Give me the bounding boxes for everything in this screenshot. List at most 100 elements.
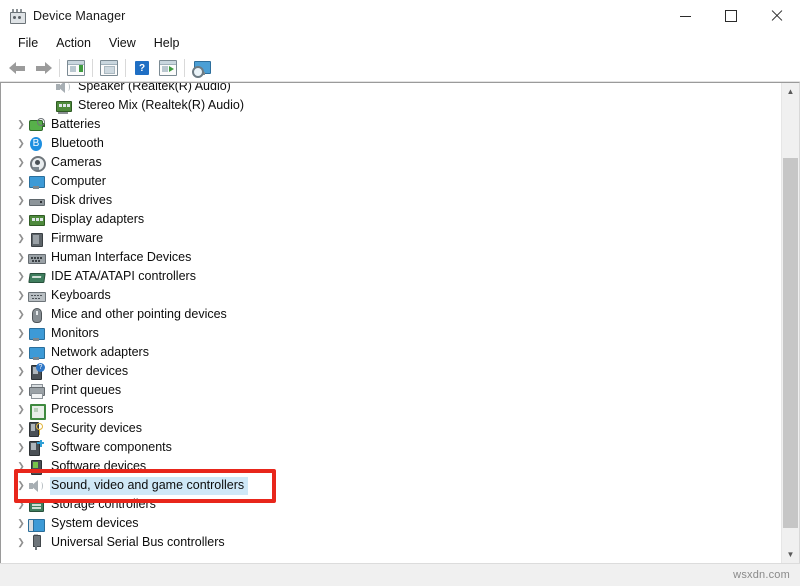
chevron-right-icon[interactable]: ❯ <box>14 538 28 547</box>
chevron-right-icon[interactable]: ❯ <box>14 120 28 129</box>
tree-row[interactable]: ❯ Display adapters <box>1 210 782 229</box>
chevron-right-icon[interactable]: ❯ <box>14 310 28 319</box>
scrollbar-thumb[interactable] <box>783 158 798 528</box>
monitor-icon <box>28 326 44 342</box>
chevron-right-icon[interactable]: ❯ <box>14 196 28 205</box>
vertical-scrollbar[interactable]: ▲ ▼ <box>781 83 799 563</box>
title-bar: Device Manager <box>0 0 800 32</box>
chevron-right-icon[interactable]: ❯ <box>14 443 28 452</box>
menu-bar: File Action View Help <box>0 32 800 55</box>
tree-row[interactable]: ❯ IDE ATA/ATAPI controllers <box>1 267 782 286</box>
tree-row[interactable]: ❯Keyboards <box>1 286 782 305</box>
chevron-right-icon[interactable]: ❯ <box>14 348 28 357</box>
tree-row[interactable]: ❯Speaker (Realtek(R) Audio) <box>1 83 782 96</box>
tree-row[interactable]: ❯Stereo Mix (Realtek(R) Audio) <box>1 96 782 115</box>
chevron-right-icon[interactable]: ❯ <box>14 291 28 300</box>
menu-help[interactable]: Help <box>145 34 189 53</box>
tree-row[interactable]: ❯Security devices <box>1 419 782 438</box>
chevron-right-icon[interactable]: ❯ <box>14 500 28 509</box>
tree-row[interactable]: ❯Computer <box>1 172 782 191</box>
back-button[interactable] <box>4 56 30 80</box>
device-manager-window: Device Manager File Action View Help <box>0 0 800 586</box>
tree-row-label: Batteries <box>50 116 104 134</box>
chevron-right-icon[interactable]: ❯ <box>14 253 28 262</box>
chevron-right-icon[interactable]: ❯ <box>14 272 28 281</box>
tree-row-label: Processors <box>50 401 118 419</box>
computer-icon <box>28 174 44 190</box>
chevron-right-icon[interactable]: ❯ <box>14 424 28 433</box>
tree-row-label: Human Interface Devices <box>50 249 195 267</box>
chevron-right-icon[interactable]: ❯ <box>14 139 28 148</box>
chevron-right-icon[interactable]: ❯ <box>14 462 28 471</box>
tree-row-label: Monitors <box>50 325 103 343</box>
tree-row[interactable]: ❯Print queues <box>1 381 782 400</box>
tree-row[interactable]: ❯Sound, video and game controllers <box>1 476 782 495</box>
tree-row[interactable]: ❯ Cameras <box>1 153 782 172</box>
minimize-icon <box>680 16 691 17</box>
scan-hardware-icon <box>192 61 210 76</box>
camera-icon <box>28 155 44 171</box>
tree-row[interactable]: ❯Software devices <box>1 457 782 476</box>
firmware-icon <box>28 231 44 247</box>
sound-controller-icon <box>28 478 44 494</box>
tree-row[interactable]: ❯ Universal Serial Bus controllers <box>1 533 782 552</box>
forward-button[interactable] <box>30 56 56 80</box>
chevron-right-icon[interactable]: ❯ <box>14 481 28 490</box>
menu-action[interactable]: Action <box>47 34 100 53</box>
security-device-icon <box>28 421 44 437</box>
tree-row-label: Cameras <box>50 154 106 172</box>
tree-row[interactable]: ❯Bluetooth <box>1 134 782 153</box>
tree-row[interactable]: ❯System devices <box>1 514 782 533</box>
display-adapter-icon <box>28 212 44 228</box>
chevron-right-icon[interactable]: ❯ <box>14 329 28 338</box>
toolbar: ? <box>0 55 800 82</box>
properties-button[interactable] <box>96 56 122 80</box>
minimize-button[interactable] <box>662 0 708 32</box>
tree-row[interactable]: ❯Firmware <box>1 229 782 248</box>
tree-row-label: Universal Serial Bus controllers <box>50 534 229 552</box>
device-tree-panel: ❯Speaker (Realtek(R) Audio)❯Stereo Mix (… <box>0 82 800 563</box>
chevron-right-icon[interactable]: ❯ <box>14 177 28 186</box>
device-tree[interactable]: ❯Speaker (Realtek(R) Audio)❯Stereo Mix (… <box>1 83 782 563</box>
tree-row[interactable]: ❯Mice and other pointing devices <box>1 305 782 324</box>
menu-file[interactable]: File <box>9 34 47 53</box>
chevron-right-icon[interactable]: ❯ <box>14 234 28 243</box>
tree-row[interactable]: ❯ Processors <box>1 400 782 419</box>
tree-row[interactable]: ❯ Monitors <box>1 324 782 343</box>
menu-view[interactable]: View <box>100 34 145 53</box>
tree-row-label: Other devices <box>50 363 132 381</box>
tree-row[interactable]: ❯ Storage controllers <box>1 495 782 514</box>
tree-row-label: Stereo Mix (Realtek(R) Audio) <box>77 97 248 115</box>
chevron-right-icon[interactable]: ❯ <box>14 215 28 224</box>
close-button[interactable] <box>754 0 800 32</box>
chevron-right-icon[interactable]: ❯ <box>14 519 28 528</box>
chevron-right-icon[interactable]: ❯ <box>14 367 28 376</box>
tree-row[interactable]: ❯ Human Interface Devices <box>1 248 782 267</box>
show-hide-console-tree-button[interactable] <box>63 56 89 80</box>
tree-row-label: Display adapters <box>50 211 148 229</box>
hid-icon <box>28 250 44 266</box>
toolbar-separator <box>92 59 93 77</box>
tree-row[interactable]: ❯?Other devices <box>1 362 782 381</box>
chevron-right-icon[interactable]: ❯ <box>14 405 28 414</box>
tree-row[interactable]: ❯ Batteries <box>1 115 782 134</box>
tree-row-label: Storage controllers <box>50 496 160 514</box>
scroll-down-button[interactable]: ▼ <box>782 546 799 563</box>
console-tree-icon <box>67 60 85 76</box>
tree-row-label: IDE ATA/ATAPI controllers <box>50 268 200 286</box>
chevron-right-icon[interactable]: ❯ <box>14 158 28 167</box>
software-device-icon <box>28 459 44 475</box>
tree-row[interactable]: ❯Software components <box>1 438 782 457</box>
maximize-button[interactable] <box>708 0 754 32</box>
help-button[interactable]: ? <box>129 56 155 80</box>
tree-row[interactable]: ❯Network adapters <box>1 343 782 362</box>
watermark-label: wsxdn.com <box>733 569 800 581</box>
update-driver-button[interactable] <box>155 56 181 80</box>
processor-icon <box>28 402 44 418</box>
chevron-right-icon[interactable]: ❯ <box>14 386 28 395</box>
tree-row[interactable]: ❯Disk drives <box>1 191 782 210</box>
printer-icon <box>28 383 44 399</box>
scan-for-hardware-changes-button[interactable] <box>188 56 214 80</box>
scroll-up-button[interactable]: ▲ <box>782 83 799 100</box>
window-title: Device Manager <box>33 9 125 23</box>
